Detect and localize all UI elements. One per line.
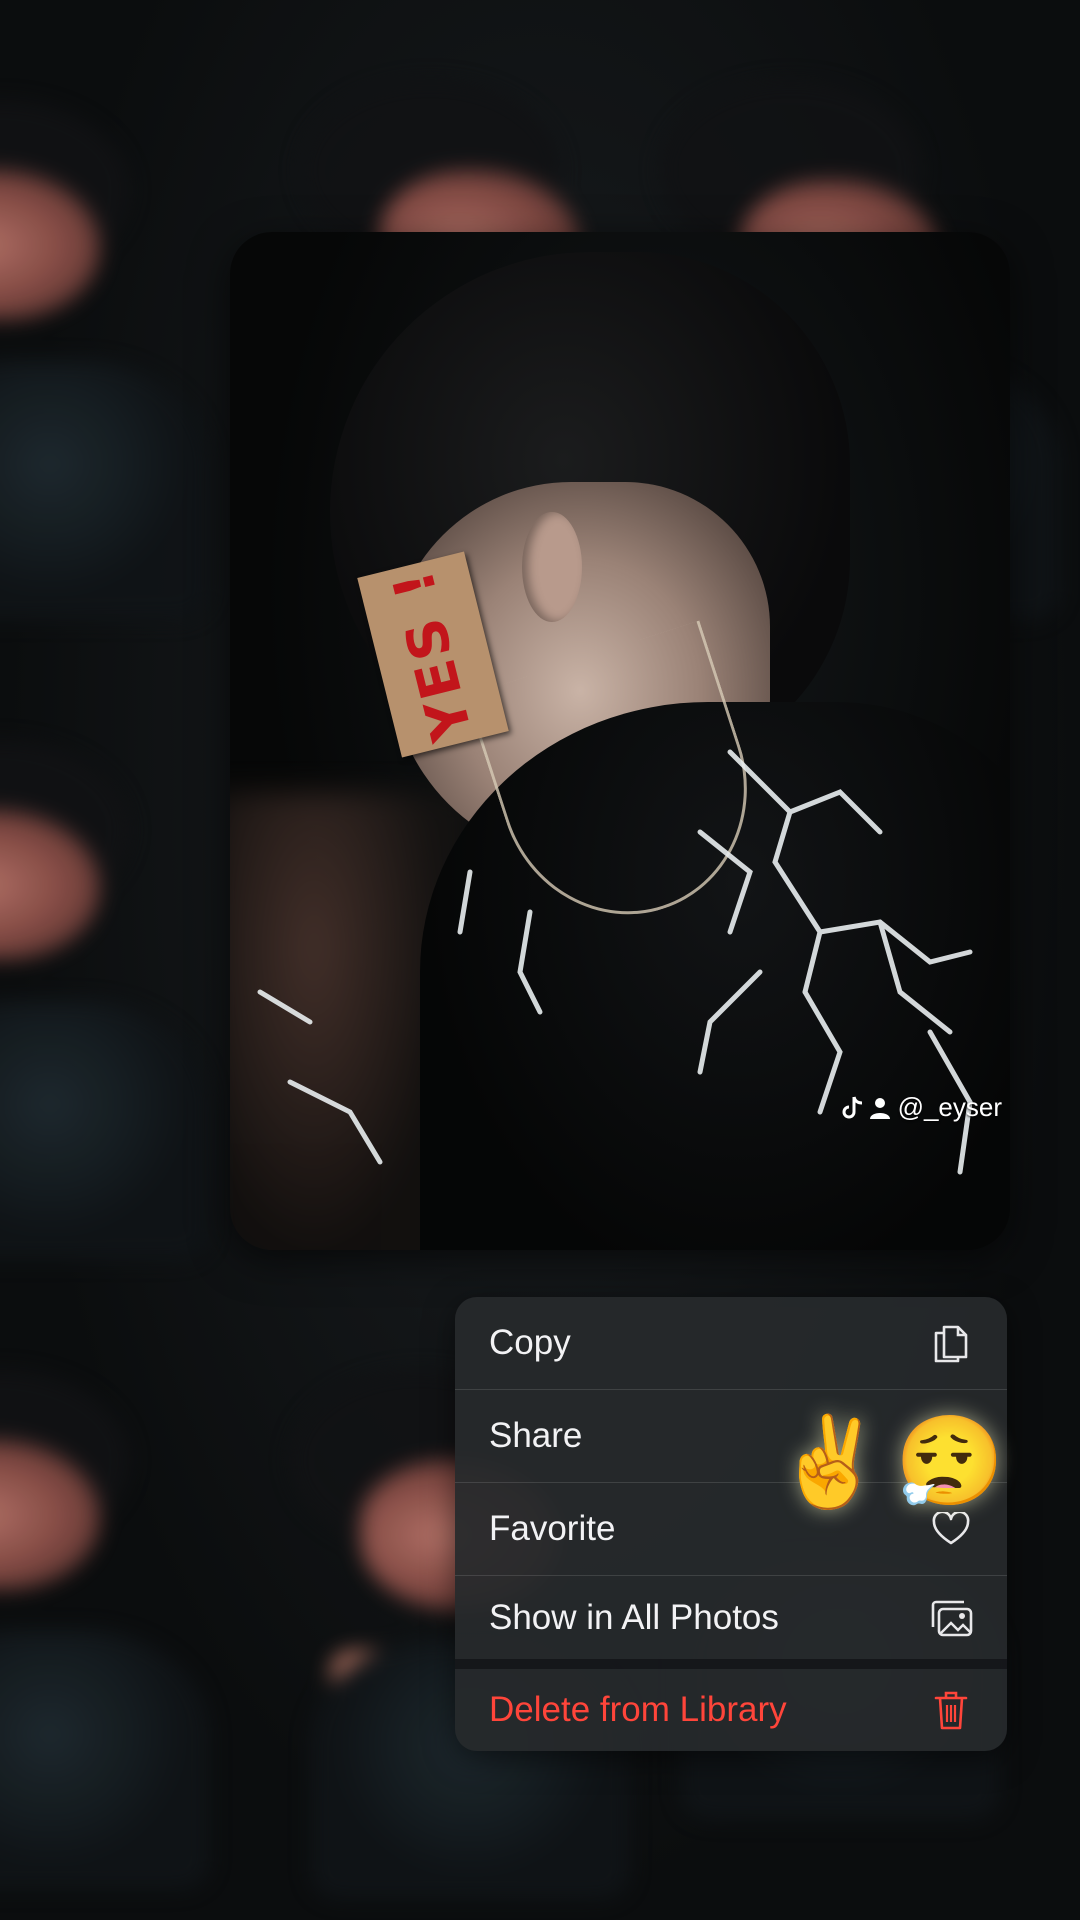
screen: YES ! @_eyser Copy Share Favorite Show i… (0, 0, 1080, 1920)
background-tile (0, 60, 250, 620)
tiktok-icon (842, 1096, 862, 1118)
watermark-handle: @_eyser (897, 1092, 1002, 1122)
menu-item-show-in-all-photos[interactable]: Show in All Photos (455, 1576, 1007, 1669)
person-icon (869, 1097, 890, 1119)
victory-hand-emoji: ✌️ (775, 1412, 885, 1511)
emoji-stickers: ✌️ 😮‍💨 (775, 1418, 1004, 1506)
menu-item-copy[interactable]: Copy (455, 1297, 1007, 1390)
background-tile (0, 700, 250, 1260)
photos-icon (929, 1596, 973, 1640)
watermark: @_eyser (842, 1092, 1002, 1123)
background-tile (0, 1330, 250, 1890)
copy-icon (929, 1321, 973, 1365)
menu-item-delete-from-library[interactable]: Delete from Library (455, 1669, 1007, 1751)
photo-preview[interactable]: YES ! @_eyser (230, 232, 1010, 1250)
context-menu: Copy Share Favorite Show in All Photos D… (455, 1297, 1007, 1751)
heart-icon (929, 1507, 973, 1551)
face-exhaling-emoji: 😮‍💨 (894, 1412, 1005, 1511)
trash-icon (929, 1688, 973, 1732)
